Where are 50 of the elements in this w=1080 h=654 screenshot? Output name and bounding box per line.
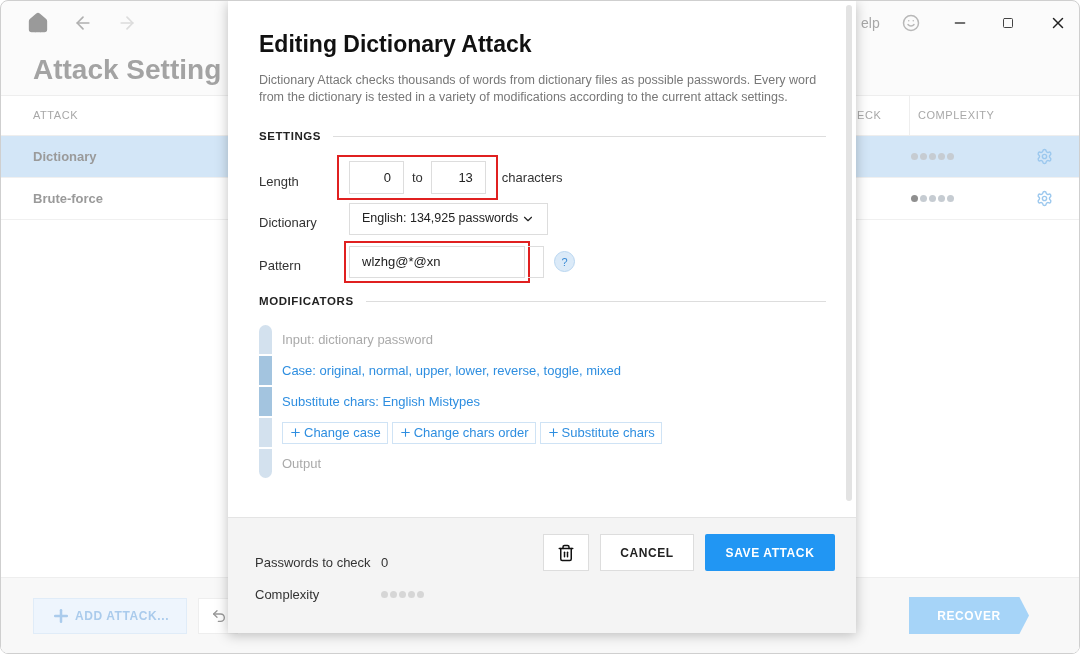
complexity-label: Complexity (255, 585, 321, 604)
separator-text: to (412, 168, 423, 187)
smiley-icon[interactable] (902, 14, 920, 32)
settings-icon[interactable] (1036, 190, 1053, 207)
modifier-link[interactable]: Substitute chars: English Mistypes (282, 391, 480, 412)
length-to-field[interactable]: 13 (430, 160, 486, 194)
pattern-field[interactable]: wlzhg@*@xn (349, 245, 525, 278)
add-modifier-button[interactable]: Substitute chars (539, 421, 662, 444)
plus-icon (398, 426, 412, 439)
step-marker (259, 325, 272, 354)
section-heading: SETTINGS (259, 128, 322, 144)
plus-icon (546, 426, 560, 439)
column-header: ECK (857, 108, 883, 124)
settings-icon[interactable] (1036, 148, 1053, 165)
cancel-button[interactable]: CANCEL (600, 534, 694, 571)
add-modifier-button[interactable]: Change case (282, 421, 388, 444)
field-label: Length (259, 172, 300, 191)
page-title: Attack Setting (33, 53, 222, 87)
home-icon[interactable] (27, 12, 49, 34)
undo-icon (211, 607, 227, 624)
column-header: COMPLEXITY (909, 96, 1079, 135)
dictionary-dropdown[interactable]: English: 134,925 passwords (349, 202, 548, 235)
step-marker (259, 387, 272, 416)
passwords-label: Passwords to check (255, 554, 372, 572)
step-text: Input: dictionary password (282, 330, 434, 349)
attack-name: Brute-force (33, 189, 105, 208)
delete-button[interactable] (543, 534, 589, 571)
plus-icon (289, 426, 302, 439)
scrollbar[interactable] (846, 5, 852, 501)
field-label: Dictionary (259, 214, 318, 232)
add-modifier-button[interactable]: Change chars order (391, 421, 536, 444)
section-heading: MODIFICATORS (259, 293, 354, 309)
step-marker (259, 418, 272, 447)
help-menu[interactable]: elp (861, 12, 883, 34)
step-marker (259, 356, 272, 385)
length-from-field[interactable]: 0 (349, 160, 404, 194)
unit-text: characters (501, 168, 563, 187)
maximize-icon[interactable] (1002, 17, 1014, 29)
trash-icon (557, 543, 575, 562)
column-header: ATTACK (33, 108, 80, 124)
help-badge[interactable]: ? (554, 251, 575, 273)
field-label: Pattern (259, 257, 302, 275)
save-attack-button[interactable]: SAVE ATTACK (705, 534, 835, 571)
attack-name: Dictionary (33, 147, 98, 166)
modifier-link[interactable]: Case: original, normal, upper, lower, reverse, toggle, mixed (282, 360, 621, 381)
step-text: Output (282, 454, 322, 473)
dialog-description: Dictionary Attack checks thousands of words from dictionary files as possible passwords. Every word from the dictionary is tested in a variety of modifications according to the current attack settings. (259, 71, 818, 106)
dialog-title: Editing Dictionary Attack (259, 30, 533, 59)
step-marker (259, 449, 272, 478)
passwords-count: 0 (381, 554, 389, 572)
